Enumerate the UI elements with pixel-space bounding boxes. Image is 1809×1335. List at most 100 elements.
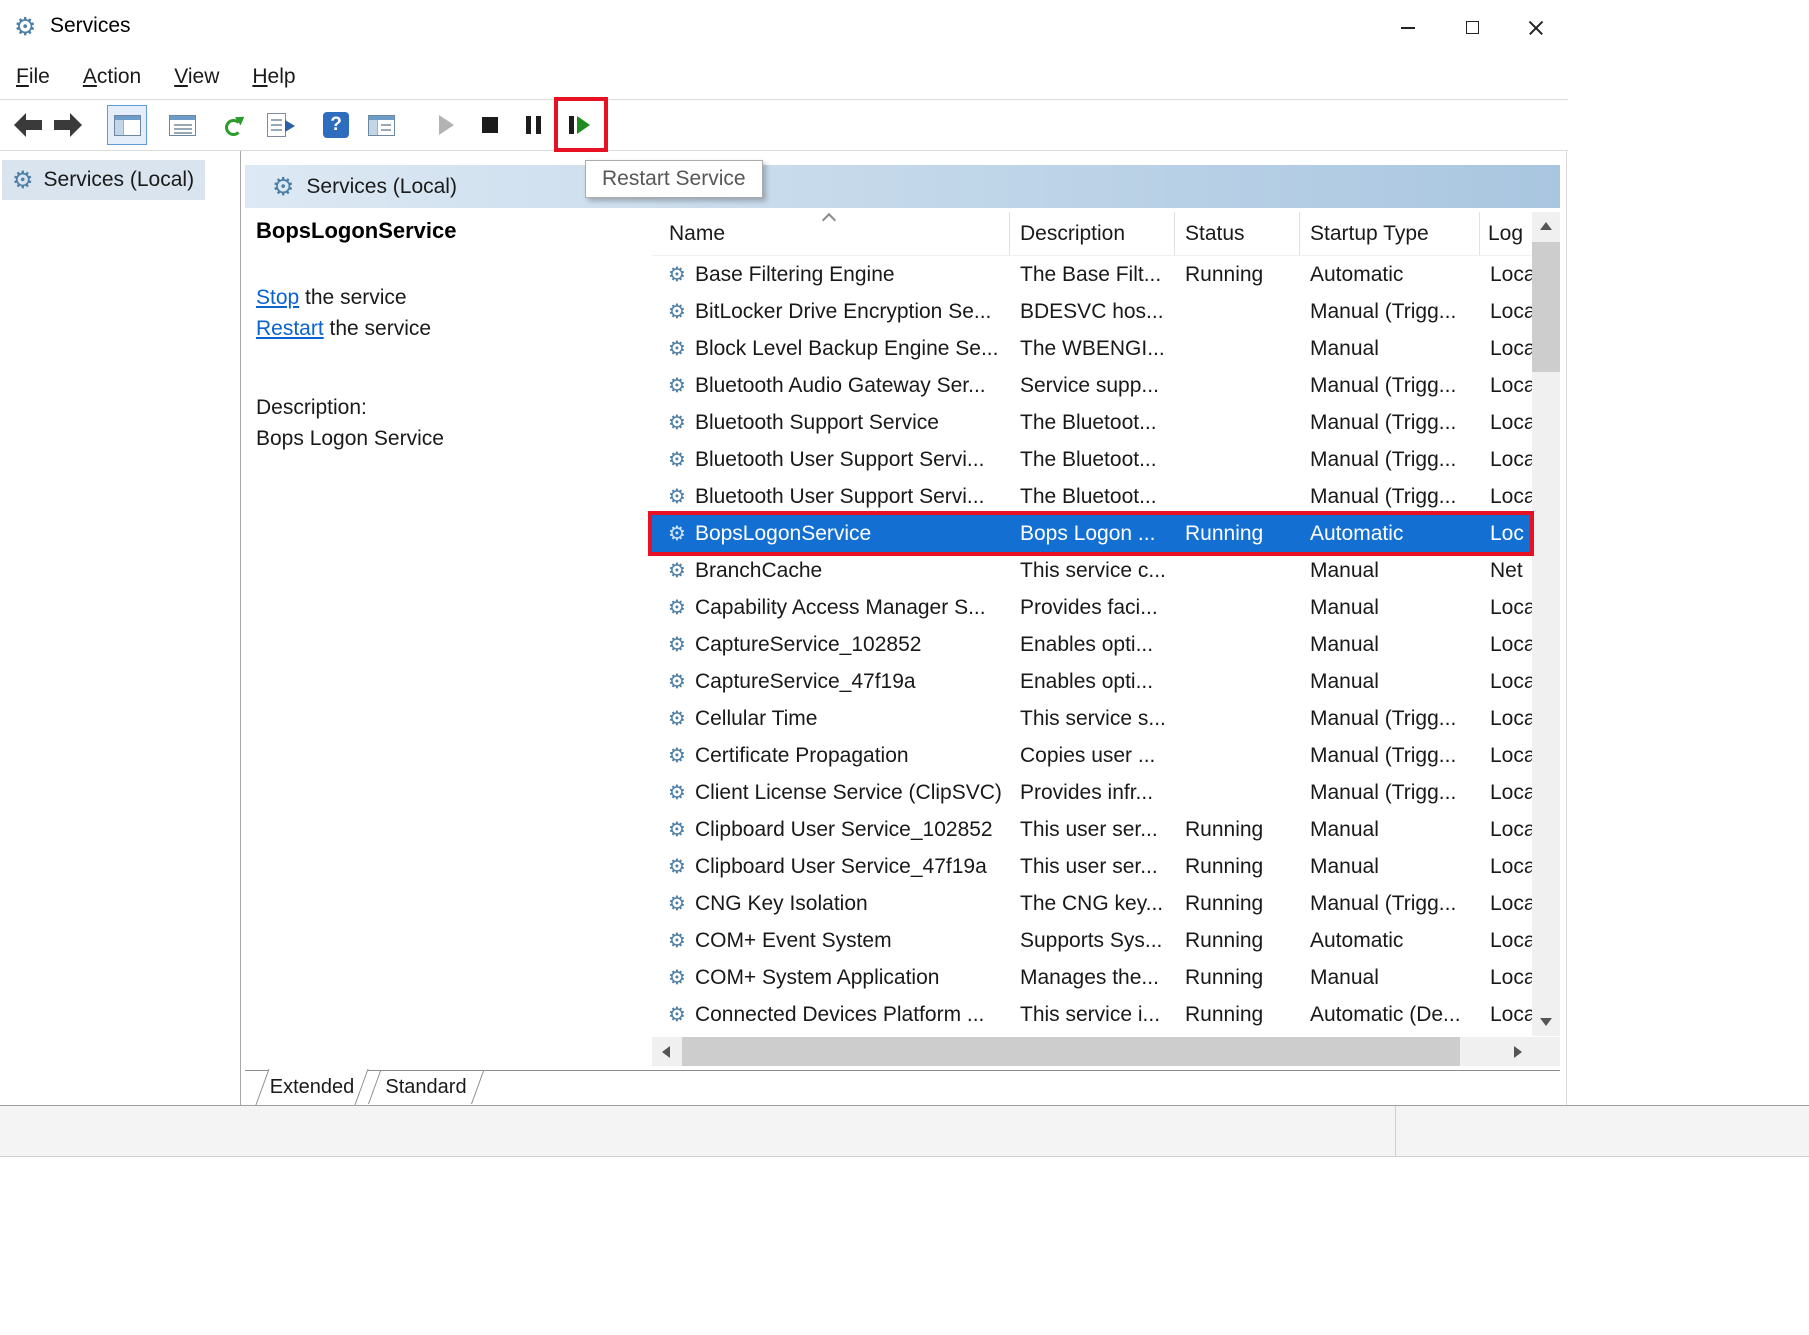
show-hide-console-tree-button[interactable] xyxy=(107,105,147,145)
stop-service-icon xyxy=(482,117,498,133)
table-row[interactable]: ⚙ Certificate Propagation Copies user ..… xyxy=(652,737,1532,774)
back-button[interactable] xyxy=(8,105,48,145)
service-startup-type-cell: Manual (Trigg... xyxy=(1300,478,1480,515)
menu-item-file[interactable]: File xyxy=(16,65,50,89)
table-row[interactable]: ⚙ CNG Key Isolation The CNG key... Runni… xyxy=(652,885,1532,922)
service-status-cell xyxy=(1175,293,1300,330)
service-name: Bluetooth Audio Gateway Ser... xyxy=(695,374,986,398)
table-row[interactable]: ⚙ Client License Service (ClipSVC) Provi… xyxy=(652,774,1532,811)
stop-service-link[interactable]: Stop xyxy=(256,286,299,309)
help-icon: ? xyxy=(323,112,349,138)
help-button[interactable]: ? xyxy=(316,105,356,145)
table-row[interactable]: ⚙ BitLocker Drive Encryption Se... BDESV… xyxy=(652,293,1532,330)
services-gear-icon: ⚙ xyxy=(272,172,294,202)
table-row[interactable]: ⚙ Bluetooth User Support Servi... The Bl… xyxy=(652,441,1532,478)
service-gear-icon: ⚙ xyxy=(668,336,686,361)
forward-button[interactable] xyxy=(48,105,88,145)
column-header-startup-type[interactable]: Startup Type xyxy=(1300,212,1480,255)
menu-item-view[interactable]: View xyxy=(174,65,219,89)
service-gear-icon: ⚙ xyxy=(668,373,686,398)
scroll-up-button[interactable] xyxy=(1532,212,1560,240)
service-gear-icon: ⚙ xyxy=(668,410,686,435)
service-startup-type-cell: Manual (Trigg... xyxy=(1300,441,1480,478)
table-row[interactable]: ⚙ CaptureService_47f19a Enables opti... … xyxy=(652,663,1532,700)
table-row[interactable]: ⚙ Bluetooth User Support Servi... The Bl… xyxy=(652,478,1532,515)
scroll-down-button[interactable] xyxy=(1532,1008,1560,1036)
service-description-block: Description: Bops Logon Service xyxy=(256,392,444,454)
service-description-cell: Provides infr... xyxy=(1010,774,1175,811)
menu-item-action[interactable]: Action xyxy=(83,65,141,89)
service-startup-type-cell: Manual (Trigg... xyxy=(1300,293,1480,330)
maximize-button[interactable] xyxy=(1440,0,1504,55)
menu-item-help[interactable]: Help xyxy=(252,65,295,89)
table-row[interactable]: ⚙ Block Level Backup Engine Se... The WB… xyxy=(652,330,1532,367)
scrollbar-corner xyxy=(1532,1037,1560,1066)
service-name: Capability Access Manager S... xyxy=(695,596,986,620)
description-label: Description: xyxy=(256,392,444,423)
view-header-title: Services (Local) xyxy=(306,175,457,199)
services-gear-icon: ⚙ xyxy=(12,166,34,195)
restart-service-icon xyxy=(569,116,590,134)
service-status-cell: Running xyxy=(1175,811,1300,848)
start-service-button[interactable] xyxy=(426,105,466,145)
restart-service-link[interactable]: Restart xyxy=(256,317,324,340)
service-name-cell: ⚙ COM+ System Application xyxy=(652,959,1010,996)
column-header-log-on-as[interactable]: Log xyxy=(1480,212,1532,255)
table-row[interactable]: ⚙ Clipboard User Service_102852 This use… xyxy=(652,811,1532,848)
service-description-cell: Provides faci... xyxy=(1010,589,1175,626)
scroll-right-button[interactable] xyxy=(1504,1037,1532,1066)
tab-standard[interactable]: Standard xyxy=(368,1071,484,1104)
forward-arrow-icon xyxy=(53,112,83,138)
service-name: Clipboard User Service_102852 xyxy=(695,818,993,842)
restart-service-line: Restart the service xyxy=(256,313,431,344)
tab-strip-border xyxy=(245,1070,1560,1071)
vertical-scrollbar-thumb[interactable] xyxy=(1532,242,1560,372)
service-startup-type-cell: Manual (Trigg... xyxy=(1300,774,1480,811)
column-header-description[interactable]: Description xyxy=(1010,212,1175,255)
service-name-cell: ⚙ Connected Devices Platform ... xyxy=(652,996,1010,1033)
table-row[interactable]: ⚙ CaptureService_102852 Enables opti... … xyxy=(652,626,1532,663)
vertical-scrollbar[interactable] xyxy=(1532,212,1560,1036)
minimize-button[interactable] xyxy=(1376,0,1440,55)
tab-extended[interactable]: Extended xyxy=(255,1069,368,1105)
service-description-cell: The CNG key... xyxy=(1010,885,1175,922)
service-gear-icon: ⚙ xyxy=(668,1002,686,1027)
table-row[interactable]: ⚙ Connected Devices Platform ... This se… xyxy=(652,996,1532,1033)
tree-item-services-local[interactable]: ⚙ Services (Local) xyxy=(2,160,205,200)
restart-service-button[interactable] xyxy=(559,105,599,145)
service-startup-type-cell: Manual xyxy=(1300,959,1480,996)
table-row[interactable]: ⚙ COM+ Event System Supports Sys... Runn… xyxy=(652,922,1532,959)
column-header-status[interactable]: Status xyxy=(1175,212,1300,255)
table-row[interactable]: ⚙ Bluetooth Support Service The Bluetoot… xyxy=(652,404,1532,441)
console-tree-icon xyxy=(114,115,141,136)
service-log-on-as-cell: Loca xyxy=(1480,700,1532,737)
new-window-button[interactable] xyxy=(361,105,401,145)
service-description-cell: Supports Sys... xyxy=(1010,922,1175,959)
table-row[interactable]: ⚙ COM+ System Application Manages the...… xyxy=(652,959,1532,996)
export-list-button[interactable] xyxy=(256,105,296,145)
properties-button[interactable] xyxy=(162,105,202,145)
table-row[interactable]: ⚙ Clipboard User Service_47f19a This use… xyxy=(652,848,1532,885)
service-status-cell xyxy=(1175,552,1300,589)
service-startup-type-cell: Manual xyxy=(1300,626,1480,663)
pause-service-button[interactable] xyxy=(513,105,553,145)
table-row[interactable]: ⚙ BopsLogonService Bops Logon ... Runnin… xyxy=(652,515,1532,552)
service-gear-icon: ⚙ xyxy=(668,743,686,768)
scroll-left-button[interactable] xyxy=(652,1037,680,1066)
horizontal-scrollbar[interactable] xyxy=(652,1037,1532,1066)
service-startup-type-cell: Manual xyxy=(1300,848,1480,885)
refresh-button[interactable] xyxy=(210,105,250,145)
table-row[interactable]: ⚙ Base Filtering Engine The Base Filt...… xyxy=(652,256,1532,293)
table-row[interactable]: ⚙ BranchCache This service c... Manual N… xyxy=(652,552,1532,589)
tree-item-label: Services (Local) xyxy=(44,168,195,192)
close-button[interactable] xyxy=(1504,0,1568,55)
table-row[interactable]: ⚙ Bluetooth Audio Gateway Ser... Service… xyxy=(652,367,1532,404)
service-gear-icon: ⚙ xyxy=(668,854,686,879)
table-row[interactable]: ⚙ Capability Access Manager S... Provide… xyxy=(652,589,1532,626)
service-startup-type-cell: Manual (Trigg... xyxy=(1300,885,1480,922)
service-description-cell: The Bluetoot... xyxy=(1010,478,1175,515)
table-row[interactable]: ⚙ Cellular Time This service s... Manual… xyxy=(652,700,1532,737)
services-list-header: Name Description Status Startup Type Log xyxy=(652,212,1532,256)
horizontal-scrollbar-thumb[interactable] xyxy=(682,1037,1460,1066)
stop-service-button[interactable] xyxy=(470,105,510,145)
